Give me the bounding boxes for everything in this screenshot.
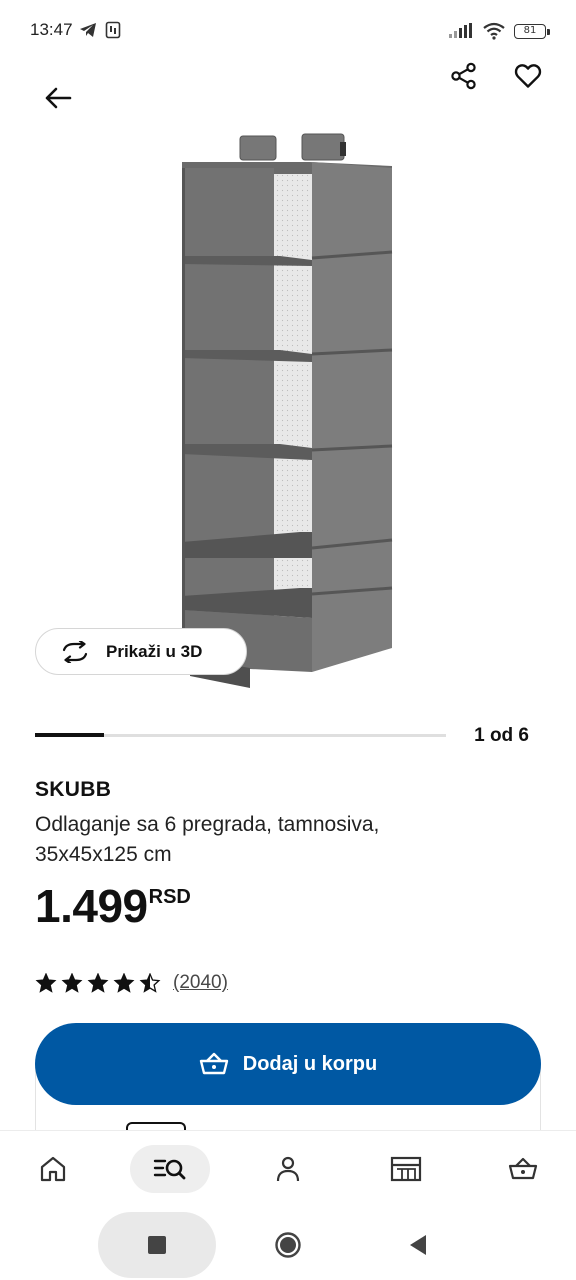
share-icon [451,62,476,90]
arrow-left-icon [45,87,72,109]
nav-stores[interactable] [366,1145,446,1193]
basket-icon [508,1157,538,1180]
product-name: SKUBB [35,778,112,801]
nav-cart[interactable] [483,1145,563,1193]
carousel-counter: 1 od 6 [474,725,529,746]
search-browse-icon [153,1159,186,1180]
system-navigation-bar [0,1210,576,1280]
home-icon [40,1156,66,1182]
recent-apps-button[interactable] [142,1230,172,1260]
profile-icon [276,1156,300,1182]
product-description: Odlaganje sa 6 pregrada, tamnosiva, 35x4… [35,813,380,866]
status-left-icons [79,21,121,39]
wifi-icon [483,22,505,40]
sim-icon [105,21,121,39]
home-system-button[interactable] [273,1230,303,1260]
reviews-count-link[interactable]: (2040) [173,972,228,994]
basket-icon [199,1052,228,1075]
nav-home[interactable] [13,1145,93,1193]
circle-icon [275,1232,301,1258]
bottom-navigation [0,1130,576,1210]
star-full-icon [35,973,57,993]
add-to-cart-button[interactable]: Dodaj u korpu [35,1023,541,1105]
product-rating[interactable]: (2040) [35,972,228,994]
price-value: 1.499 [35,880,148,932]
telegram-icon [80,23,96,37]
battery-icon: 81 [514,23,550,39]
status-time: 13:47 [30,20,73,39]
favorite-button[interactable] [508,56,548,96]
carousel-progress-fill [35,733,104,737]
star-full-icon [61,973,83,993]
nav-profile[interactable] [248,1145,328,1193]
view-3d-button[interactable]: Prikaži u 3D [35,628,247,675]
rotate-3d-icon [62,640,88,663]
rating-stars [35,973,161,993]
price-currency: RSD [148,886,191,908]
add-to-cart-label: Dodaj u korpu [242,1052,378,1075]
store-icon [390,1156,422,1182]
share-button[interactable] [444,56,484,96]
product-price: 1.499 RSD [35,880,191,932]
square-icon [148,1236,166,1254]
back-system-button[interactable] [403,1230,433,1260]
star-full-icon [113,973,135,993]
nav-browse[interactable] [130,1145,210,1193]
star-half-icon [139,973,161,993]
heart-icon [514,64,542,88]
signal-icon [449,23,472,38]
status-right-icons: 81 [448,22,550,40]
star-full-icon [87,973,109,993]
status-bar: 13:47 81 [0,0,576,64]
back-button[interactable] [38,78,78,118]
triangle-back-icon [410,1235,426,1255]
view-3d-label: Prikaži u 3D [106,641,203,661]
product-image[interactable] [150,128,430,690]
